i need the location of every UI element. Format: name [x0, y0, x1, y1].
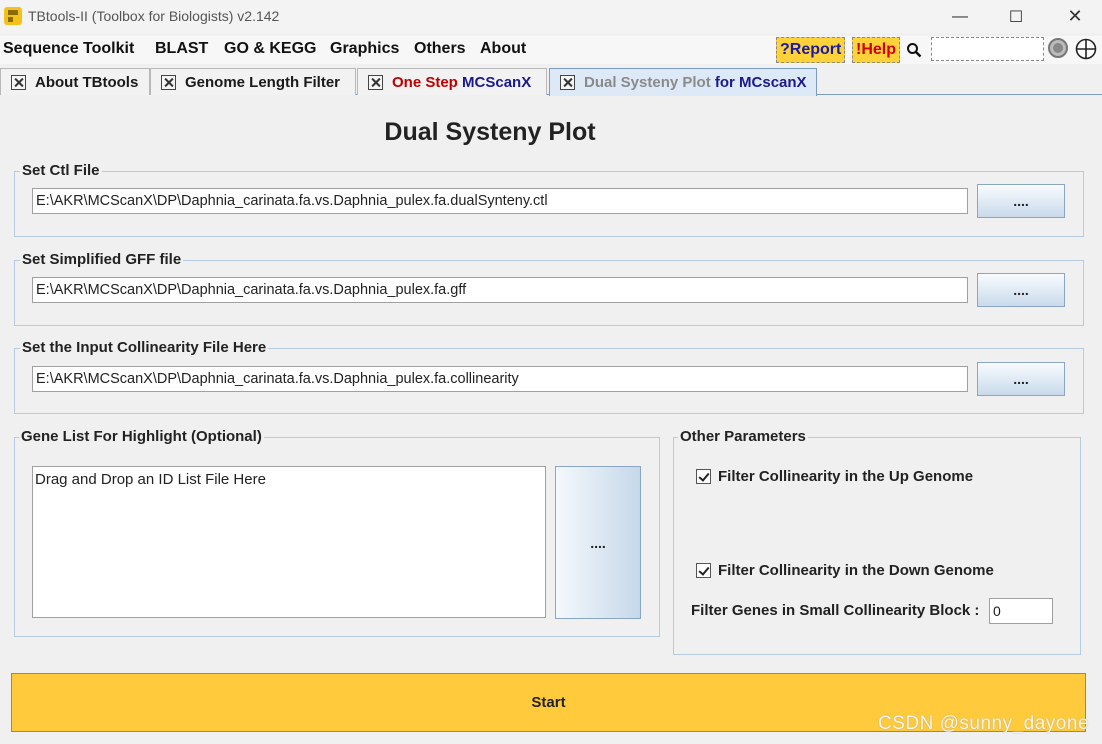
minimize-button[interactable]: —: [931, 0, 989, 33]
close-icon[interactable]: [560, 75, 575, 90]
tab-about-tbtools[interactable]: About TBtools: [0, 68, 150, 95]
gene-list-drop-area[interactable]: Drag and Drop an ID List File Here: [32, 466, 546, 618]
close-button[interactable]: ✕: [1046, 0, 1102, 33]
record-icon[interactable]: [1048, 38, 1068, 58]
close-icon[interactable]: [11, 74, 26, 90]
gff-file-input[interactable]: E:\AKR\MCScanX\DP\Daphnia_carinata.fa.vs…: [32, 277, 968, 303]
crosshair-grid-icon[interactable]: [1075, 38, 1097, 60]
small-block-input[interactable]: 0: [989, 598, 1053, 624]
filter-down-genome-checkbox[interactable]: Filter Collinearity in the Down Genome: [696, 562, 994, 579]
filter-up-genome-checkbox[interactable]: Filter Collinearity in the Up Genome: [696, 468, 973, 485]
collinearity-file-label: Set the Input Collinearity File Here: [20, 339, 269, 356]
menu-others[interactable]: Others: [414, 40, 466, 58]
other-parameters-label: Other Parameters: [678, 428, 808, 445]
gff-file-label: Set Simplified GFF file: [20, 251, 184, 268]
tab-label: Genome Length Filter: [185, 73, 341, 91]
menu-graphics[interactable]: Graphics: [330, 40, 399, 58]
menu-bar: Sequence Toolkit BLAST GO & KEGG Graphic…: [0, 36, 1102, 64]
small-block-label: Filter Genes in Small Collinearity Block…: [691, 602, 980, 619]
title-bar: TBtools-II (Toolbox for Biologists) v2.1…: [0, 0, 1102, 33]
maximize-button[interactable]: ☐: [987, 0, 1045, 33]
gff-browse-button[interactable]: ....: [977, 273, 1065, 307]
ctl-file-label: Set Ctl File: [20, 162, 102, 179]
search-icon[interactable]: [906, 42, 922, 58]
tab-label-prefix: One Step: [392, 73, 463, 91]
help-button[interactable]: !Help: [852, 37, 900, 63]
window-title: TBtools-II (Toolbox for Biologists) v2.1…: [28, 8, 280, 24]
ctl-file-input[interactable]: E:\AKR\MCScanX\DP\Daphnia_carinata.fa.vs…: [32, 188, 968, 214]
menu-blast[interactable]: BLAST: [155, 40, 208, 58]
watermark: CSDN @sunny_dayone: [878, 713, 1090, 734]
filter-up-genome-label: Filter Collinearity in the Up Genome: [718, 468, 974, 485]
search-input[interactable]: [931, 37, 1044, 61]
menu-sequence-toolkit[interactable]: Sequence Toolkit: [3, 40, 134, 58]
tab-label-suffix: MCScanX: [462, 73, 532, 91]
gene-list-label: Gene List For Highlight (Optional): [19, 428, 264, 445]
checkbox-checked-icon[interactable]: [696, 469, 711, 484]
app-logo-icon: [4, 7, 22, 25]
page-title: Dual Systeny Plot: [384, 118, 596, 146]
tab-bar: About TBtools Genome Length Filter One S…: [0, 68, 1102, 96]
collinearity-browse-button[interactable]: ....: [977, 362, 1065, 396]
ctl-browse-button[interactable]: ....: [977, 184, 1065, 218]
menu-go-kegg[interactable]: GO & KEGG: [224, 40, 316, 58]
tab-one-step-mcscanx[interactable]: One Step MCScanX: [357, 68, 547, 95]
checkbox-checked-icon[interactable]: [696, 563, 711, 578]
gene-list-browse-button[interactable]: ....: [555, 466, 641, 619]
filter-down-genome-label: Filter Collinearity in the Down Genome: [718, 562, 994, 579]
tab-dual-systeny-plot[interactable]: Dual Systeny Plot for MCscanX: [549, 68, 817, 96]
tab-genome-length-filter[interactable]: Genome Length Filter: [150, 68, 356, 95]
report-button[interactable]: ?Report: [776, 37, 846, 63]
tab-label-prefix: Dual Systeny Plot: [584, 74, 715, 91]
menu-about[interactable]: About: [480, 40, 526, 58]
close-icon[interactable]: [368, 74, 383, 90]
close-icon[interactable]: [161, 74, 176, 90]
tab-label-suffix: for MCscanX: [714, 74, 807, 91]
collinearity-file-input[interactable]: E:\AKR\MCScanX\DP\Daphnia_carinata.fa.vs…: [32, 366, 968, 392]
tab-label: About TBtools: [35, 73, 139, 91]
